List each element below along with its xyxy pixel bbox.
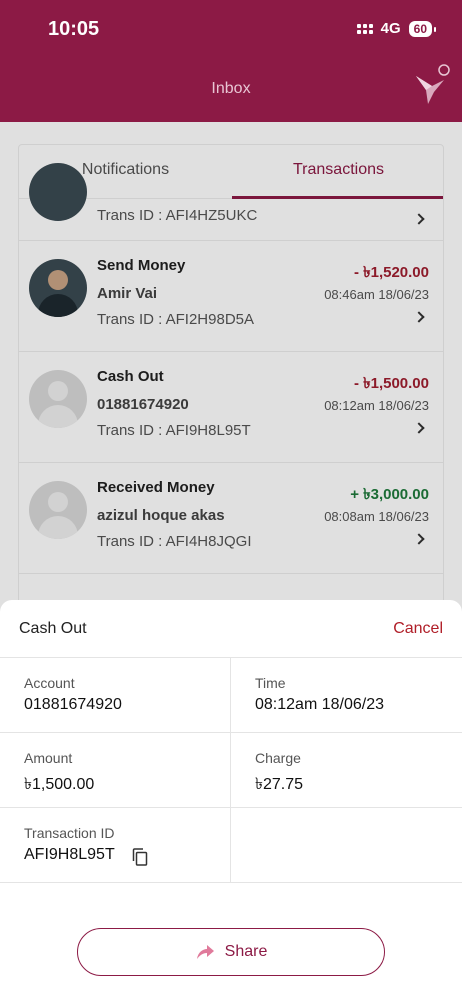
time-value: 08:12am 18/06/23 <box>255 696 384 713</box>
charge-cell: Charge ৳27.75 <box>231 733 462 808</box>
network-type: 4G <box>380 20 401 37</box>
account-cell: Account 01881674920 <box>0 658 231 733</box>
sheet-header: Cash Out Cancel <box>0 600 462 658</box>
amount-value: ৳1,500.00 <box>24 776 95 793</box>
bird-logo-icon <box>416 64 450 104</box>
share-label: Share <box>224 943 268 960</box>
share-icon <box>196 945 214 959</box>
share-button[interactable]: Share <box>77 928 385 976</box>
page-title: Inbox <box>211 80 251 97</box>
amount-label: Amount <box>24 750 73 766</box>
transaction-id-value: AFI9H8L95T <box>24 846 115 863</box>
copy-icon[interactable] <box>132 848 148 866</box>
charge-value: ৳27.75 <box>255 776 304 793</box>
sheet-title: Cash Out <box>19 620 87 637</box>
time-label: Time <box>255 675 286 691</box>
transaction-id-label: Transaction ID <box>24 825 115 841</box>
account-label: Account <box>24 675 75 691</box>
status-time: 10:05 <box>48 18 100 40</box>
battery-icon: 60 <box>408 20 437 37</box>
status-bar-right: 4G 60 <box>356 20 437 37</box>
charge-label: Charge <box>255 750 301 766</box>
app-header: 10:05 4G 60 Inbox <box>0 0 462 122</box>
transaction-id-cell: Transaction ID AFI9H8L95T <box>0 808 231 883</box>
transaction-detail-sheet: Cash Out Cancel Account 01881674920 Time… <box>0 600 462 1000</box>
time-cell: Time 08:12am 18/06/23 <box>231 658 462 733</box>
account-value: 01881674920 <box>24 696 122 713</box>
signal-icon <box>356 23 373 34</box>
cancel-button[interactable]: Cancel <box>393 620 443 638</box>
empty-cell <box>231 808 462 883</box>
amount-cell: Amount ৳1,500.00 <box>0 733 231 808</box>
